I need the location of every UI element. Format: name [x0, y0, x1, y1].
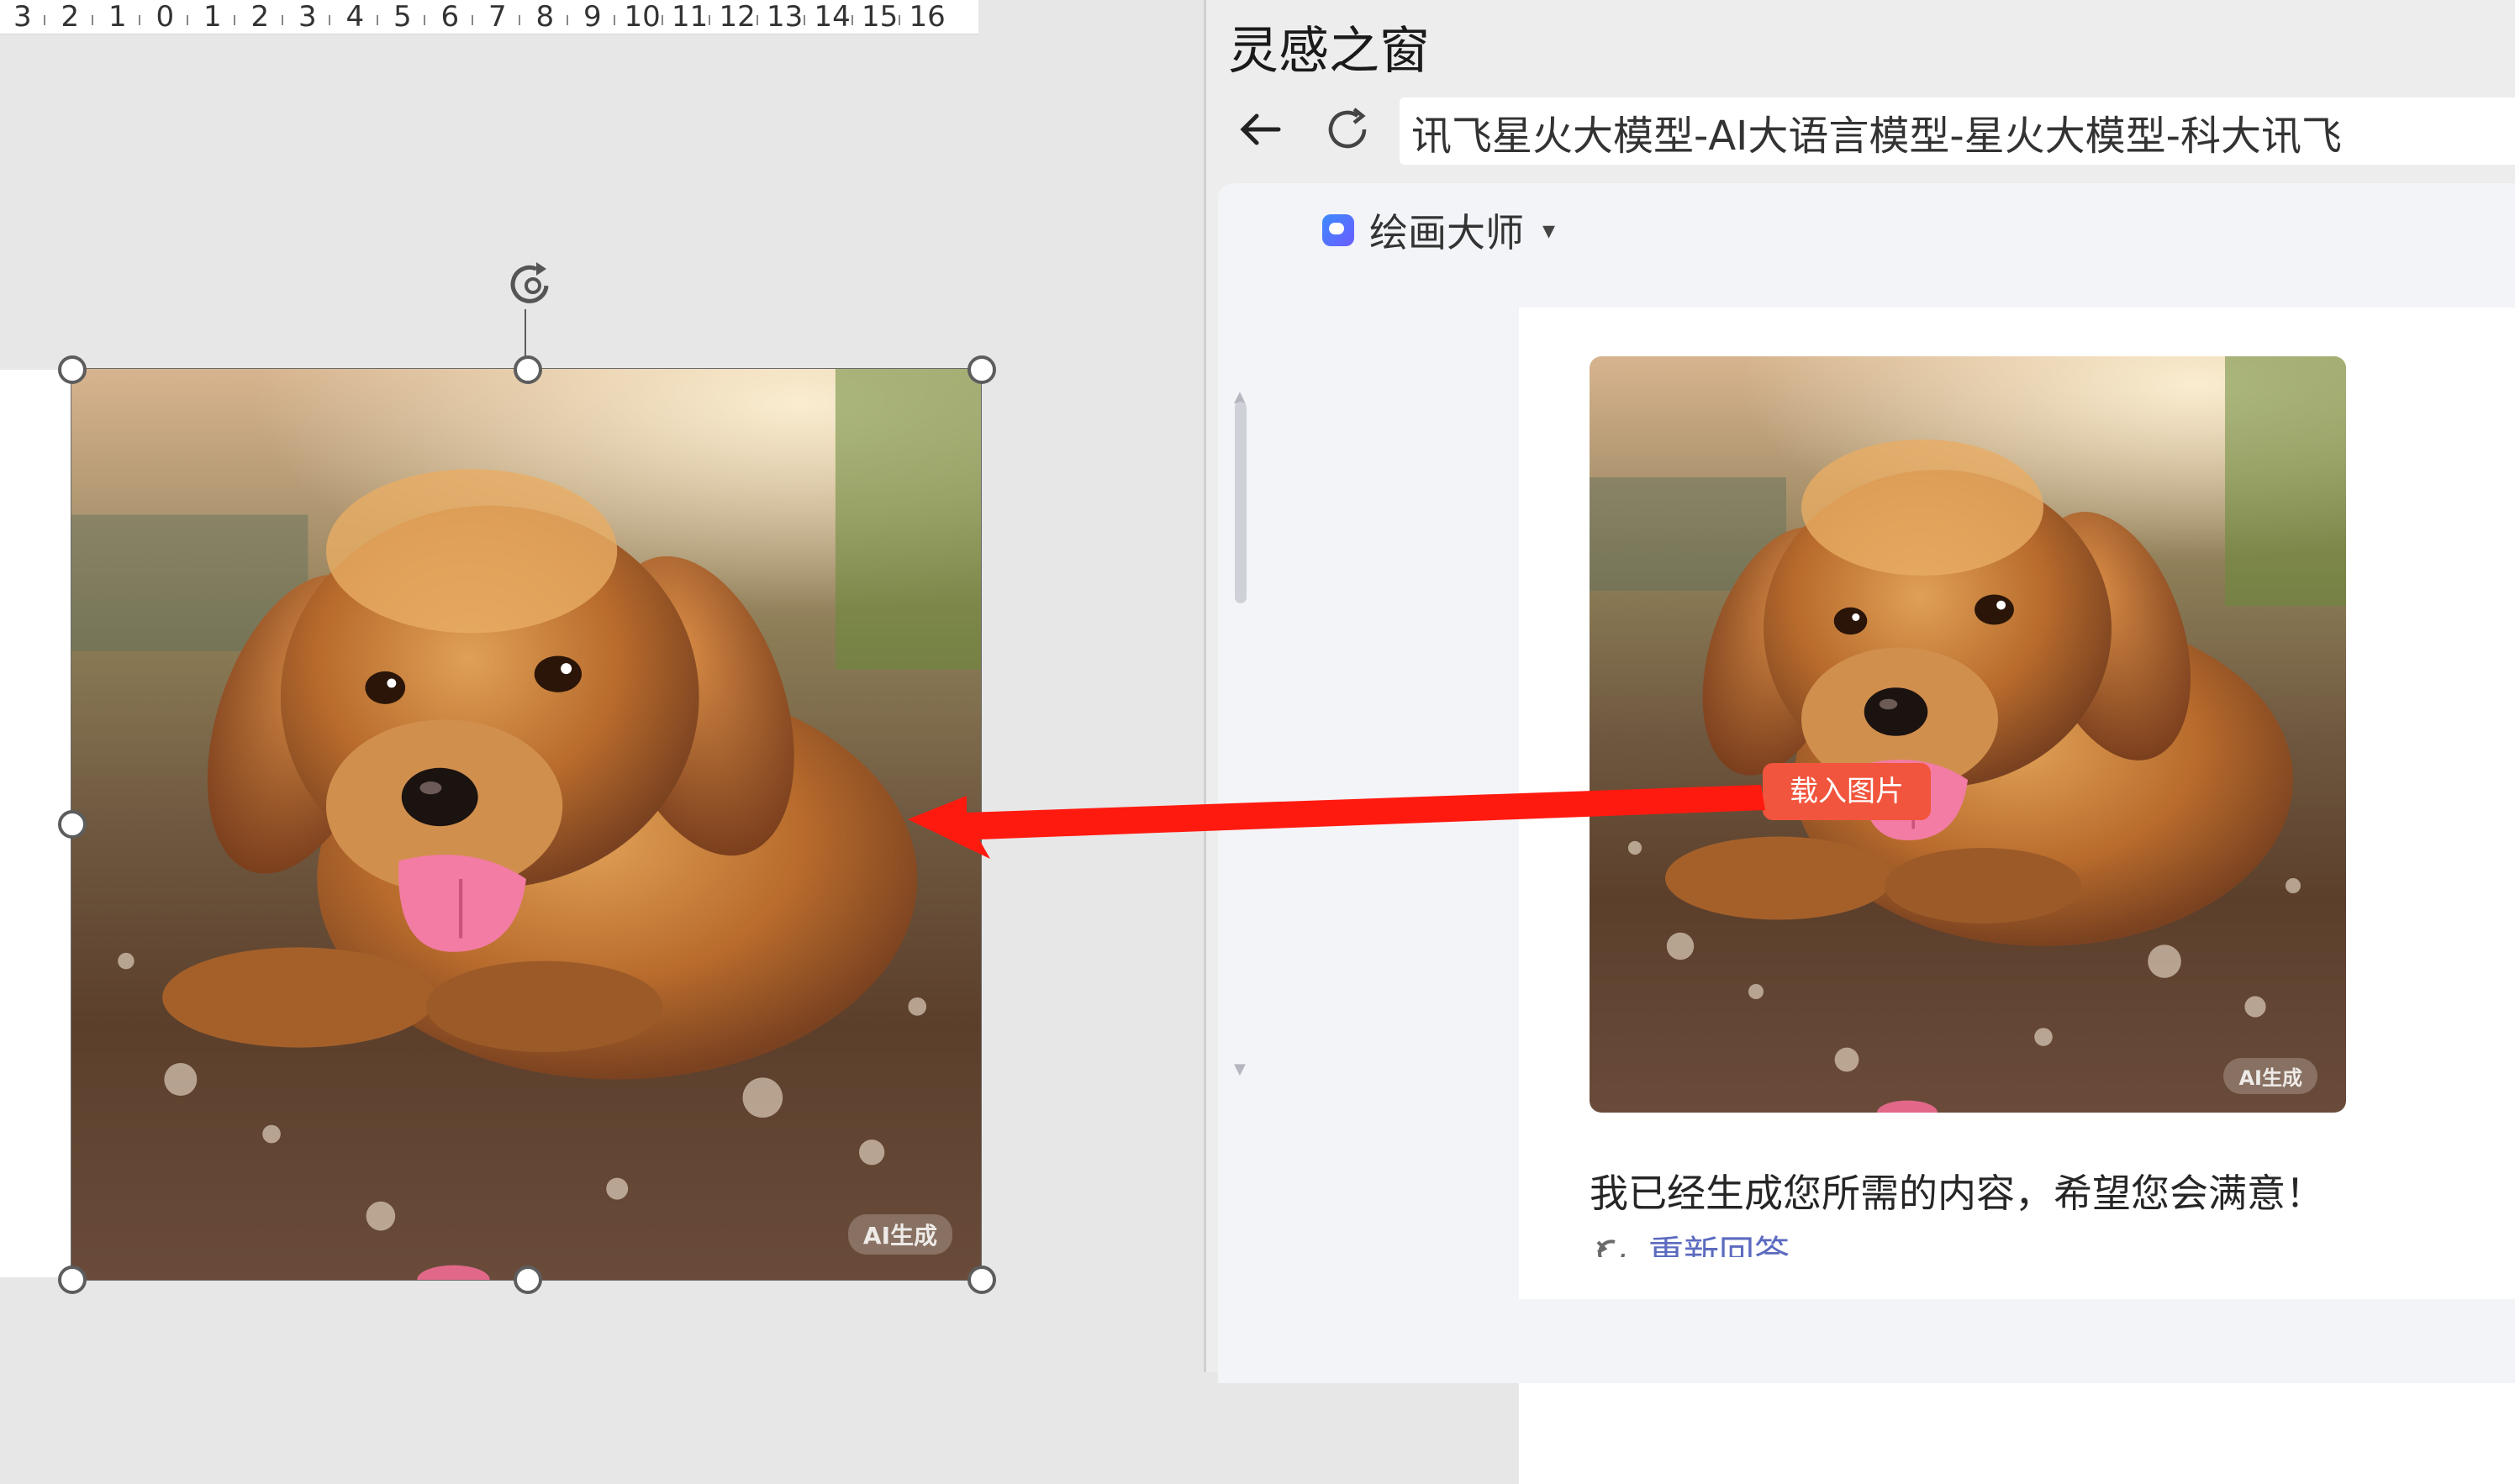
ruler-label: 13	[767, 0, 804, 34]
ruler-tick	[376, 15, 378, 25]
resize-handle-left[interactable]	[58, 810, 87, 839]
selected-picture[interactable]: AI生成	[71, 368, 982, 1281]
ruler-tick	[614, 15, 616, 25]
ruler-label: 1	[203, 0, 222, 34]
resize-handle-top-left[interactable]	[58, 355, 87, 384]
ruler-label: 0	[156, 0, 175, 34]
address-bar[interactable]: 讯飞星火大模型-AI大语言模型-星火大模型-科大讯飞	[1400, 97, 2515, 165]
ruler-tick	[329, 15, 331, 25]
ruler-tick	[661, 15, 663, 25]
chat-content: ▲ ▼ 绘画大师 ▾ AI生成 载入图片 我已经生成您所需的内容，希望您会满意！	[1218, 183, 2515, 1484]
ruler-tick	[186, 15, 188, 25]
scroll-down-icon[interactable]: ▼	[1234, 1060, 1246, 1078]
rotate-handle-icon[interactable]	[499, 257, 567, 311]
ai-watermark: AI生成	[847, 1214, 952, 1255]
resize-handle-bottom-right[interactable]	[968, 1266, 996, 1294]
model-selector[interactable]: 绘画大师 ▾	[1322, 205, 1555, 255]
inspiration-window: 灵感之窗 讯飞星火大模型-AI大语言模型-星火大模型-科大讯飞 ▲ ▼ 绘画大师…	[1206, 0, 2515, 1484]
ruler-label: 10	[624, 0, 661, 34]
resize-handle-bottom[interactable]	[514, 1266, 542, 1294]
content-footer-area	[1218, 1299, 2515, 1383]
regenerate-button[interactable]: 重新回答	[1590, 1224, 1790, 1257]
ruler-tick	[756, 15, 758, 25]
ruler-tick	[44, 15, 46, 25]
model-name: 绘画大师	[1369, 210, 1524, 255]
ruler-tick	[281, 15, 283, 25]
ruler-label: 2	[250, 0, 270, 34]
puppy-image	[1590, 356, 2346, 1113]
ruler-label: 14	[814, 0, 851, 34]
scrollbar-thumb[interactable]	[1235, 402, 1247, 603]
ruler-label: 16	[909, 0, 946, 34]
puppy-image	[71, 369, 981, 1280]
ruler-label: 8	[535, 0, 555, 34]
generated-image[interactable]: AI生成 载入图片	[1590, 356, 2346, 1113]
address-text: 讯飞星火大模型-AI大语言模型-星火大模型-科大讯飞	[1411, 113, 2342, 160]
ruler-label: 7	[488, 0, 507, 34]
ruler-label: 11	[672, 0, 709, 34]
ruler-tick	[804, 15, 806, 25]
resize-handle-bottom-left[interactable]	[58, 1266, 87, 1294]
ruler-tick	[91, 15, 93, 25]
ruler-label: 2	[61, 0, 80, 34]
resize-handle-top-right[interactable]	[968, 355, 996, 384]
ruler-tick	[566, 15, 568, 25]
regenerate-icon	[1596, 1239, 1625, 1257]
reply-message: 我已经生成您所需的内容，希望您会满意！	[1590, 1171, 2324, 1216]
ruler-label: 3	[298, 0, 317, 34]
ruler-tick	[234, 15, 236, 25]
window-title: 灵感之窗	[1228, 22, 1430, 81]
resize-handle-top[interactable]	[514, 355, 542, 384]
regenerate-label: 重新回答	[1648, 1233, 1790, 1257]
ruler-tick	[851, 15, 853, 25]
painter-model-icon	[1322, 214, 1354, 246]
arrow-left-icon[interactable]	[1230, 99, 1290, 160]
ai-watermark: AI生成	[2223, 1058, 2317, 1094]
ruler-label: 1	[108, 0, 127, 34]
horizontal-ruler[interactable]: 3 2 1 0 1 2 3 4 5 6 7 8 9 10 11 12 13 14 15 16	[0, 0, 978, 34]
chevron-down-icon: ▾	[1542, 215, 1556, 245]
ruler-label: 15	[862, 0, 899, 34]
load-image-button[interactable]: 载入图片	[1763, 763, 1931, 820]
ruler-label: 5	[393, 0, 412, 34]
ruler-tick	[424, 15, 426, 25]
ruler-tick	[519, 15, 521, 25]
ruler-label: 6	[440, 0, 460, 34]
ruler-label: 9	[583, 0, 602, 34]
ruler-tick	[709, 15, 711, 25]
ruler-tick	[899, 15, 901, 25]
slide-editor: 3 2 1 0 1 2 3 4 5 6 7 8 9 10 11 12 13 14 15 16 AI生成	[0, 0, 1204, 1372]
ruler-label: 4	[345, 0, 365, 34]
ruler-tick	[471, 15, 473, 25]
ruler-label: 3	[13, 0, 32, 34]
refresh-icon[interactable]	[1317, 99, 1378, 160]
ruler-tick	[139, 15, 141, 25]
ruler-label: 12	[719, 0, 756, 34]
